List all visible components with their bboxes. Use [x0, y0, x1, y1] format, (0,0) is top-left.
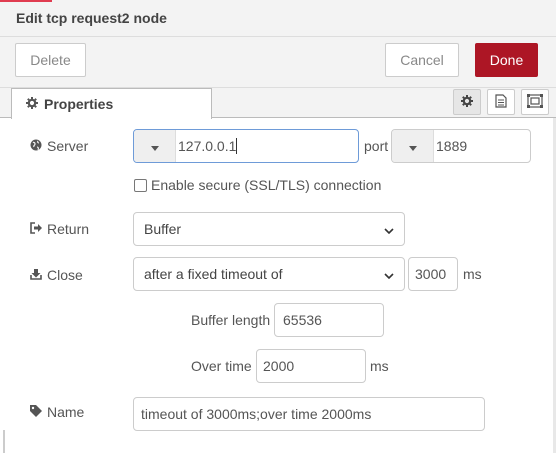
caret-down-icon	[408, 138, 417, 154]
cancel-button[interactable]: Cancel	[385, 43, 459, 77]
node-properties-button[interactable]	[453, 89, 481, 115]
port-type-select[interactable]	[392, 130, 434, 162]
tag-icon	[30, 404, 47, 420]
chevron-down-icon	[384, 266, 394, 282]
return-label: Return	[30, 221, 89, 237]
port-value: 1889	[436, 138, 468, 154]
over-time-unit: ms	[370, 358, 389, 374]
dialog-header: Edit tcp request2 node	[0, 0, 556, 37]
delete-button[interactable]: Delete	[15, 43, 86, 77]
globe-icon	[30, 138, 47, 154]
return-select[interactable]: Buffer	[133, 212, 405, 246]
over-time-input[interactable]: 2000	[256, 349, 366, 383]
close-value: after a fixed timeout of	[144, 266, 283, 282]
port-input[interactable]: 1889	[391, 129, 531, 163]
tab-properties-label: Properties	[44, 96, 114, 112]
over-time-label: Over time	[191, 358, 252, 374]
server-label: Server	[30, 138, 88, 154]
sign-out-icon	[30, 221, 47, 237]
timeout-unit: ms	[463, 266, 482, 282]
name-input[interactable]: timeout of 3000ms;over time 2000ms	[133, 397, 485, 431]
chevron-down-icon	[384, 221, 394, 237]
secure-label: Enable secure (SSL/TLS) connection	[151, 177, 382, 193]
download-icon	[30, 267, 47, 283]
done-button[interactable]: Done	[475, 43, 538, 77]
timeout-input[interactable]: 3000	[408, 257, 458, 291]
text-cursor	[236, 138, 237, 154]
tab-properties[interactable]: Properties	[11, 88, 212, 119]
accent-line	[0, 0, 52, 2]
gear-icon	[26, 96, 38, 112]
dialog-title: Edit tcp request2 node	[16, 10, 167, 26]
file-icon	[495, 93, 507, 111]
node-appearance-button[interactable]	[521, 89, 549, 115]
name-label: Name	[30, 404, 84, 420]
close-select[interactable]: after a fixed timeout of	[133, 257, 405, 291]
properties-panel: Server 127.0.0.1 port 1889 Enable secure…	[0, 118, 556, 453]
tab-bar: Properties	[0, 88, 556, 119]
resize-edge[interactable]	[3, 430, 5, 453]
port-label: port	[364, 138, 389, 154]
gear-icon	[461, 94, 473, 110]
dialog-toolbar: Delete Cancel Done	[0, 37, 556, 88]
buffer-length-input[interactable]: 65536	[274, 303, 384, 337]
close-label: Close	[30, 267, 83, 283]
server-type-select[interactable]	[134, 130, 176, 162]
return-value: Buffer	[144, 221, 182, 237]
buffer-length-label: Buffer length	[191, 312, 271, 328]
caret-down-icon	[150, 138, 159, 154]
node-description-button[interactable]	[487, 89, 515, 115]
frame-icon	[527, 93, 543, 111]
secure-checkbox[interactable]	[134, 179, 147, 192]
server-input[interactable]: 127.0.0.1	[133, 129, 359, 163]
server-value: 127.0.0.1	[178, 138, 237, 154]
